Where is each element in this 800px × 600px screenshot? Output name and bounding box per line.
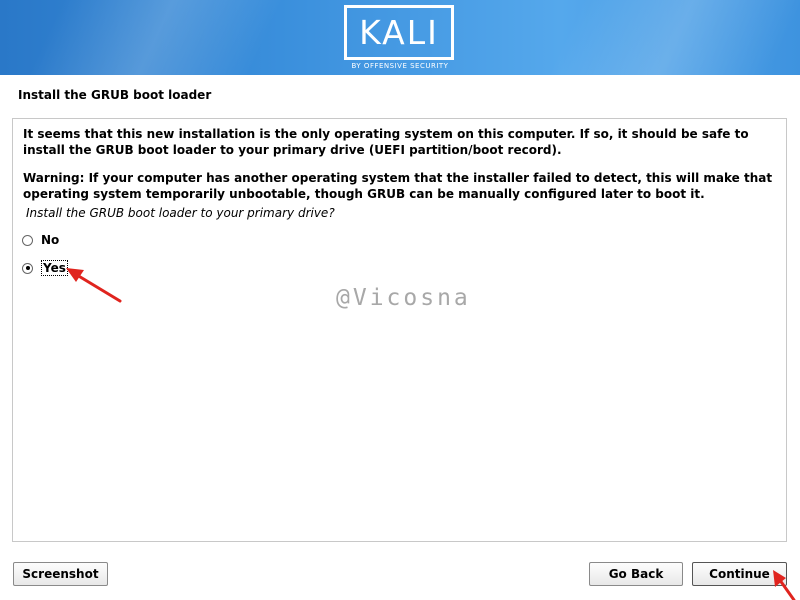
content-panel: It seems that this new installation is t… [12,118,787,542]
option-yes[interactable]: Yes [22,258,68,278]
header-banner: KALI BY OFFENSIVE SECURITY [0,0,800,75]
logo-subtitle: BY OFFENSIVE SECURITY [351,62,449,70]
banner-light-streak [527,0,800,75]
kali-logo: KALI [344,5,454,60]
go-back-button[interactable]: Go Back [589,562,683,586]
watermark: @Vicosna [336,285,471,311]
continue-button[interactable]: Continue [692,562,787,586]
screenshot-button[interactable]: Screenshot [13,562,108,586]
radio-yes[interactable] [22,262,33,274]
page-title: Install the GRUB boot loader [18,88,212,102]
warning-paragraph: Warning: If your computer has another op… [23,171,773,201]
option-yes-label[interactable]: Yes [41,260,68,276]
question-label: Install the GRUB boot loader to your pri… [26,206,335,220]
radio-no[interactable] [22,234,33,246]
info-paragraph: It seems that this new installation is t… [23,127,749,157]
option-no[interactable]: No [22,230,59,250]
banner-light-streak [7,0,293,75]
option-no-label[interactable]: No [41,233,59,247]
logo-text: KALI [359,13,439,52]
